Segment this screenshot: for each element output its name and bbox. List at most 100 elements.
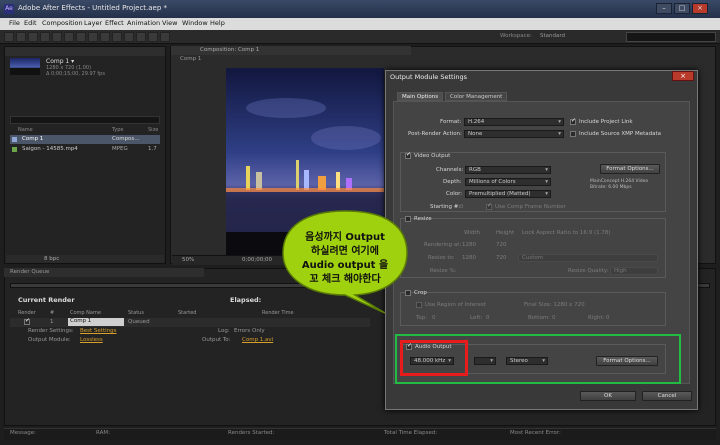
minimize-button[interactable]: – [656,3,672,14]
menu-help[interactable]: Help [210,19,225,27]
workspace-select[interactable]: Standard [540,33,565,39]
maximize-button[interactable]: □ [674,3,690,14]
status-renders-started: Renders Started: [228,430,275,436]
dialog-close-button[interactable]: × [672,71,694,81]
include-project-link-label: Include Project Link [579,119,633,125]
zoom-select[interactable]: 50% [182,257,194,263]
column-type[interactable]: Type [112,127,123,133]
project-item-size: 1.7 [148,146,157,152]
puppet-tool-icon[interactable] [160,32,170,42]
camera-tool-icon[interactable] [52,32,62,42]
color-select[interactable]: Premultiplied (Matted) [465,190,551,198]
render-queue-item[interactable] [10,318,370,327]
composition-tab[interactable]: Composition: Comp 1 [200,47,259,53]
resize-quality-label: Resize Quality: [568,268,609,274]
close-window-button[interactable]: × [692,3,708,14]
render-queue-tab[interactable]: Render Queue [10,269,49,275]
column-name[interactable]: Name [18,127,33,133]
resize-to-height[interactable]: 720 [496,255,507,261]
tab-color-management[interactable]: Color Management [445,92,508,101]
resize-to-label: Resize to: [428,255,455,261]
text-tool-icon[interactable] [100,32,110,42]
project-item-type: Compos... [112,136,140,142]
render-item-comp[interactable]: Comp 1 [68,318,124,326]
comp-breadcrumb[interactable]: Comp 1 [180,56,201,62]
channels-select[interactable]: RGB [465,166,551,174]
column-started[interactable]: Started [178,310,196,316]
rotate-tool-icon[interactable] [40,32,50,42]
crop-left-field[interactable]: 0 [486,315,490,321]
project-search-input[interactable] [10,116,160,124]
resize-percent-label: Resize %: [430,268,457,274]
roto-brush-tool-icon[interactable] [148,32,158,42]
project-item-comp[interactable]: Comp 1 Compos... [10,135,160,144]
use-comp-frame-checkbox[interactable] [486,202,492,210]
crop-right-field[interactable]: 0 [606,315,610,321]
cancel-button[interactable]: Cancel [642,391,692,401]
column-size[interactable]: Size [148,127,158,133]
mask-tool-icon[interactable] [76,32,86,42]
video-output-checkbox[interactable] [405,151,411,159]
zoom-tool-icon[interactable] [28,32,38,42]
include-project-link-checkbox[interactable] [570,117,576,125]
brush-tool-icon[interactable] [112,32,122,42]
menu-view[interactable]: View [162,19,177,27]
hand-tool-icon[interactable] [16,32,26,42]
use-roi-checkbox[interactable] [416,302,422,308]
search-help-input[interactable] [626,32,716,42]
column-status[interactable]: Status [128,310,144,316]
resize-quality-select[interactable]: High [610,267,658,275]
starting-number-field[interactable]: 0 [460,204,464,210]
depth-select[interactable]: Millions of Colors [465,178,551,186]
format-select[interactable]: H.264 [464,118,564,126]
render-item-status: Queued [128,319,150,325]
timecode-display[interactable]: 0;00;00;00 [242,257,272,263]
menu-effect[interactable]: Effect [105,19,124,27]
project-item-footage[interactable]: Saigon - 14585.mp4 MPEG 1.7 [10,145,160,154]
render-settings-link[interactable]: Best Settings [80,328,117,334]
column-number[interactable]: # [50,310,54,316]
crop-bottom-field[interactable]: 0 [552,315,556,321]
menu-layer[interactable]: Layer [84,19,102,27]
selected-comp-name: Comp 1 ▾ [46,58,75,65]
bit-depth-button[interactable]: 8 bpc [44,256,59,262]
log-select[interactable]: Errors Only [234,328,265,334]
status-message: Message: [10,430,36,436]
callout-line-1: 음성까지 Output [305,232,385,243]
color-label: Color: [446,191,463,197]
output-to-link[interactable]: Comp 1.avi [242,337,273,343]
selection-tool-icon[interactable] [4,32,14,42]
render-status-bar [4,428,716,440]
clone-stamp-tool-icon[interactable] [124,32,134,42]
codec-info-line1: MainConcept H.264 Video [590,179,649,184]
ok-button[interactable]: OK [580,391,636,401]
tab-main-options[interactable]: Main Options [397,92,444,101]
menu-animation[interactable]: Animation [127,19,160,27]
project-panel-tabs[interactable] [5,47,165,56]
menu-edit[interactable]: Edit [24,19,37,27]
output-module-link[interactable]: Lossless [80,337,103,343]
workspace-label: Workspace: [500,33,532,39]
pan-behind-tool-icon[interactable] [64,32,74,42]
pen-tool-icon[interactable] [88,32,98,42]
crop-bottom-label: Bottom: [528,315,551,321]
menu-composition[interactable]: Composition [42,19,83,27]
column-render[interactable]: Render [18,310,36,316]
status-recent-error: Most Recent Error: [510,430,561,436]
resize-to-width[interactable]: 1280 [462,255,476,261]
eraser-tool-icon[interactable] [136,32,146,42]
include-xmp-checkbox[interactable] [570,131,576,137]
menu-window[interactable]: Window [182,19,208,27]
video-format-options-button[interactable]: Format Options... [600,164,660,174]
format-label: Format: [440,119,462,125]
resize-preset-select[interactable]: Custom [518,254,658,262]
include-xmp-label: Include Source XMP Metadata [579,131,662,137]
menu-file[interactable]: File [9,19,20,27]
render-checkbox[interactable] [24,317,30,325]
video-output-label: Video Output [414,153,451,159]
column-comp-name[interactable]: Comp Name [70,310,101,316]
post-render-select[interactable]: None [464,130,564,138]
callout-line-2: 하실려면 여기에 [311,246,379,257]
crop-top-field[interactable]: 0 [432,315,436,321]
post-render-label: Post-Render Action: [408,131,462,137]
